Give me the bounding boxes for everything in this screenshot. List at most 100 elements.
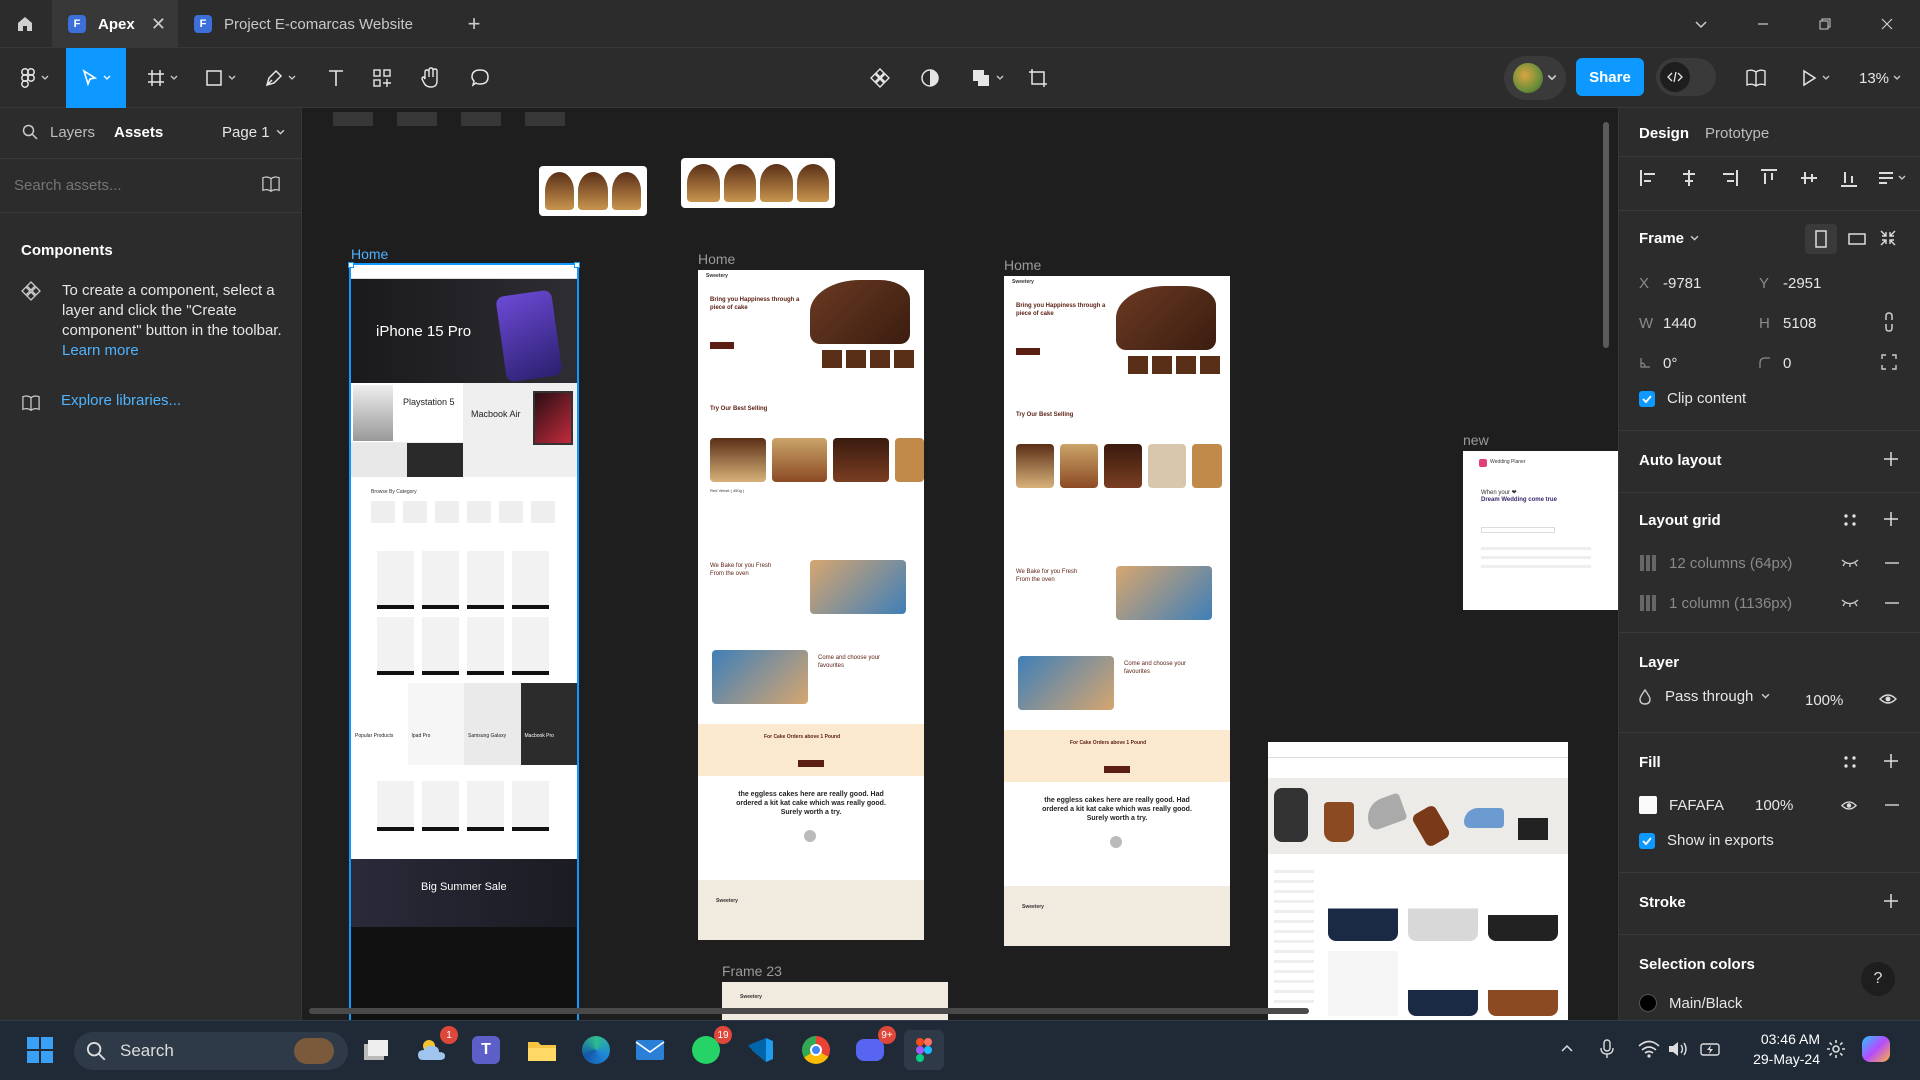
figma-app[interactable] bbox=[904, 1030, 944, 1070]
close-tab-icon[interactable]: ✕ bbox=[151, 14, 166, 35]
hand-tool[interactable] bbox=[410, 58, 450, 98]
chrome-app[interactable] bbox=[796, 1030, 836, 1070]
new-tab-button[interactable]: + bbox=[458, 0, 490, 48]
minus-icon[interactable] bbox=[1885, 804, 1899, 806]
frame-home-apple[interactable]: iPhone 15 Pro Playstation 5 Macbook Air … bbox=[349, 263, 579, 1020]
tab-apex[interactable]: F Apex ✕ bbox=[52, 0, 178, 48]
fill-styles-button[interactable] bbox=[1843, 755, 1857, 769]
align-bottom-button[interactable] bbox=[1839, 168, 1859, 188]
tabs-dropdown-button[interactable] bbox=[1670, 0, 1732, 48]
selection-color-row[interactable]: Main/Black bbox=[1639, 994, 1742, 1012]
comment-tool[interactable] bbox=[460, 58, 500, 98]
present-button[interactable] bbox=[1792, 58, 1838, 98]
frame-home-cake-2[interactable]: Sweetery Bring you Happiness through a p… bbox=[1004, 276, 1230, 946]
eye-icon[interactable] bbox=[1841, 800, 1857, 811]
w-field[interactable]: W 1440 bbox=[1639, 308, 1747, 338]
shape-tool[interactable] bbox=[198, 58, 242, 98]
mail-app[interactable] bbox=[630, 1030, 670, 1070]
weather-app[interactable]: 1 bbox=[412, 1026, 458, 1070]
dev-mode-toggle[interactable] bbox=[1656, 58, 1716, 96]
corner-radius-field[interactable]: 0 bbox=[1759, 348, 1867, 378]
frame-shoe-store[interactable] bbox=[1268, 742, 1568, 1020]
library-button[interactable] bbox=[1736, 58, 1776, 98]
file-explorer-app[interactable] bbox=[522, 1030, 562, 1070]
show-hidden-icons[interactable] bbox=[1560, 1042, 1574, 1056]
library-book-icon[interactable] bbox=[260, 175, 282, 193]
minus-icon[interactable] bbox=[1885, 562, 1899, 564]
text-tool[interactable] bbox=[316, 58, 356, 98]
search-layers-icon[interactable] bbox=[22, 124, 38, 140]
distribute-button[interactable] bbox=[1877, 168, 1906, 188]
frame-label-frame23[interactable]: Frame 23 bbox=[722, 963, 782, 979]
layout-grid-item[interactable]: 12 columns (64px) bbox=[1639, 548, 1909, 578]
minus-icon[interactable] bbox=[1885, 602, 1899, 604]
home-button[interactable] bbox=[0, 0, 50, 48]
tab-layers[interactable]: Layers bbox=[50, 124, 95, 141]
profile-menu[interactable] bbox=[1504, 56, 1566, 100]
copilot-button[interactable] bbox=[1862, 1036, 1890, 1062]
frame-tool[interactable] bbox=[140, 58, 184, 98]
frame-type-selector[interactable]: Frame bbox=[1639, 230, 1699, 247]
fill-swatch[interactable] bbox=[1639, 796, 1657, 814]
show-in-exports-checkbox[interactable] bbox=[1639, 832, 1655, 849]
align-right-button[interactable] bbox=[1719, 168, 1739, 188]
blend-mode-selector[interactable]: Pass through bbox=[1639, 688, 1770, 705]
frame-home-cake[interactable]: Sweetery Bring you Happiness through a p… bbox=[698, 270, 924, 940]
eye-closed-icon[interactable] bbox=[1841, 598, 1859, 608]
constrain-proportions-button[interactable] bbox=[1883, 311, 1895, 333]
align-middle-button[interactable] bbox=[1799, 168, 1819, 188]
volume-button[interactable] bbox=[1668, 1040, 1690, 1058]
show-in-exports-row[interactable]: Show in exports bbox=[1639, 832, 1774, 849]
zoom-menu[interactable]: 13% bbox=[1850, 58, 1910, 98]
task-view-button[interactable] bbox=[356, 1030, 396, 1070]
edge-app[interactable] bbox=[576, 1030, 616, 1070]
add-layout-grid-button[interactable] bbox=[1883, 511, 1899, 527]
independent-corners-button[interactable] bbox=[1881, 354, 1897, 370]
y-field[interactable]: Y -2951 bbox=[1759, 268, 1867, 298]
frame-23[interactable]: Sweetery bbox=[722, 982, 948, 1020]
restore-button[interactable] bbox=[1794, 0, 1856, 48]
create-component-button[interactable] bbox=[860, 58, 900, 98]
explore-libraries-link[interactable]: Explore libraries... bbox=[61, 392, 181, 409]
settings-tray-button[interactable] bbox=[1826, 1039, 1846, 1059]
help-button[interactable]: ? bbox=[1861, 962, 1895, 996]
close-window-button[interactable] bbox=[1856, 0, 1918, 48]
add-fill-button[interactable] bbox=[1883, 753, 1899, 769]
frame-label-home-apple[interactable]: Home bbox=[351, 246, 388, 262]
align-center-h-button[interactable] bbox=[1679, 168, 1699, 188]
vscode-app[interactable] bbox=[740, 1030, 780, 1070]
landscape-toggle[interactable] bbox=[1841, 224, 1873, 254]
start-button[interactable] bbox=[20, 1030, 60, 1070]
tab-design[interactable]: Design bbox=[1639, 125, 1689, 142]
tab-prototype[interactable]: Prototype bbox=[1705, 125, 1769, 142]
layout-grid-item[interactable]: 1 column (1136px) bbox=[1639, 588, 1909, 618]
frame-label-home-cake-2[interactable]: Home bbox=[1004, 257, 1041, 273]
page-selector[interactable]: Page 1 bbox=[222, 124, 285, 141]
resources-tool[interactable] bbox=[362, 58, 402, 98]
selection-handle[interactable] bbox=[348, 262, 354, 268]
color-swatch[interactable] bbox=[1639, 994, 1657, 1012]
selection-handle[interactable] bbox=[574, 262, 580, 268]
layer-opacity-value[interactable]: 100% bbox=[1805, 692, 1843, 709]
align-left-button[interactable] bbox=[1639, 168, 1659, 188]
clip-content-row[interactable]: Clip content bbox=[1639, 390, 1746, 407]
tab-project-ecommerce[interactable]: F Project E-comarcas Website bbox=[178, 0, 438, 48]
tab-assets[interactable]: Assets bbox=[114, 124, 163, 141]
boolean-button[interactable] bbox=[962, 58, 1012, 98]
pen-tool[interactable] bbox=[258, 58, 302, 98]
network-button[interactable] bbox=[1638, 1040, 1660, 1058]
teams-app[interactable]: T bbox=[466, 1030, 506, 1070]
rotation-field[interactable]: 0° bbox=[1639, 348, 1747, 378]
whatsapp-app[interactable]: 19 bbox=[686, 1026, 732, 1070]
align-top-button[interactable] bbox=[1759, 168, 1779, 188]
eye-closed-icon[interactable] bbox=[1841, 558, 1859, 568]
search-assets-input[interactable] bbox=[14, 170, 244, 200]
frame-label-home-cake[interactable]: Home bbox=[698, 251, 735, 267]
fill-row[interactable]: FAFAFA 100% bbox=[1639, 790, 1909, 820]
main-menu-button[interactable] bbox=[12, 58, 56, 98]
microphone-button[interactable] bbox=[1600, 1039, 1614, 1059]
share-button[interactable]: Share bbox=[1576, 58, 1644, 96]
minimize-button[interactable] bbox=[1732, 0, 1794, 48]
mask-button[interactable] bbox=[910, 58, 950, 98]
canvas[interactable]: Home iPhone 15 Pro Playstation 5 Macbook… bbox=[303, 108, 1618, 1020]
